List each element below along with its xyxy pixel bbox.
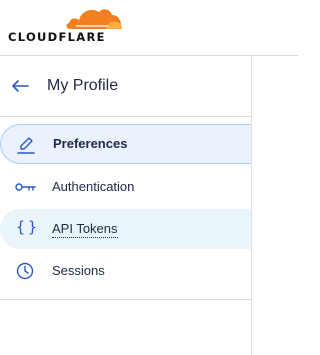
sidebar-item-label: Sessions: [52, 263, 105, 278]
sidebar-item-authentication[interactable]: Authentication: [0, 167, 251, 207]
divider: [0, 116, 251, 117]
sidebar-item-sessions[interactable]: Sessions: [0, 251, 251, 291]
sidebar-item-label: Authentication: [52, 179, 135, 194]
top-header: CLOUDFLARE: [0, 0, 298, 56]
page-title: My Profile: [47, 77, 119, 94]
clock-icon: [16, 262, 34, 280]
braces-icon: {}: [16, 218, 41, 236]
profile-back-row: My Profile: [0, 56, 251, 116]
cloudflare-cloud-logo-icon: [66, 9, 122, 29]
sidebar-item-label: API Tokens: [52, 221, 118, 238]
sidebar-item-api-tokens[interactable]: {} API Tokens: [0, 209, 251, 249]
profile-sidebar: My Profile Preferences Authentication {}…: [0, 56, 252, 355]
cloudflare-wordmark: CLOUDFLARE: [8, 30, 106, 44]
arrow-left-icon[interactable]: [10, 78, 30, 94]
sidebar-item-label: Preferences: [53, 136, 128, 151]
divider: [0, 299, 251, 300]
cloudflare-logo[interactable]: CLOUDFLARE: [8, 4, 122, 44]
main-content: [252, 56, 298, 355]
key-icon: [15, 183, 36, 191]
pencil-icon: [17, 137, 35, 154]
sidebar-item-preferences[interactable]: Preferences: [0, 124, 251, 164]
